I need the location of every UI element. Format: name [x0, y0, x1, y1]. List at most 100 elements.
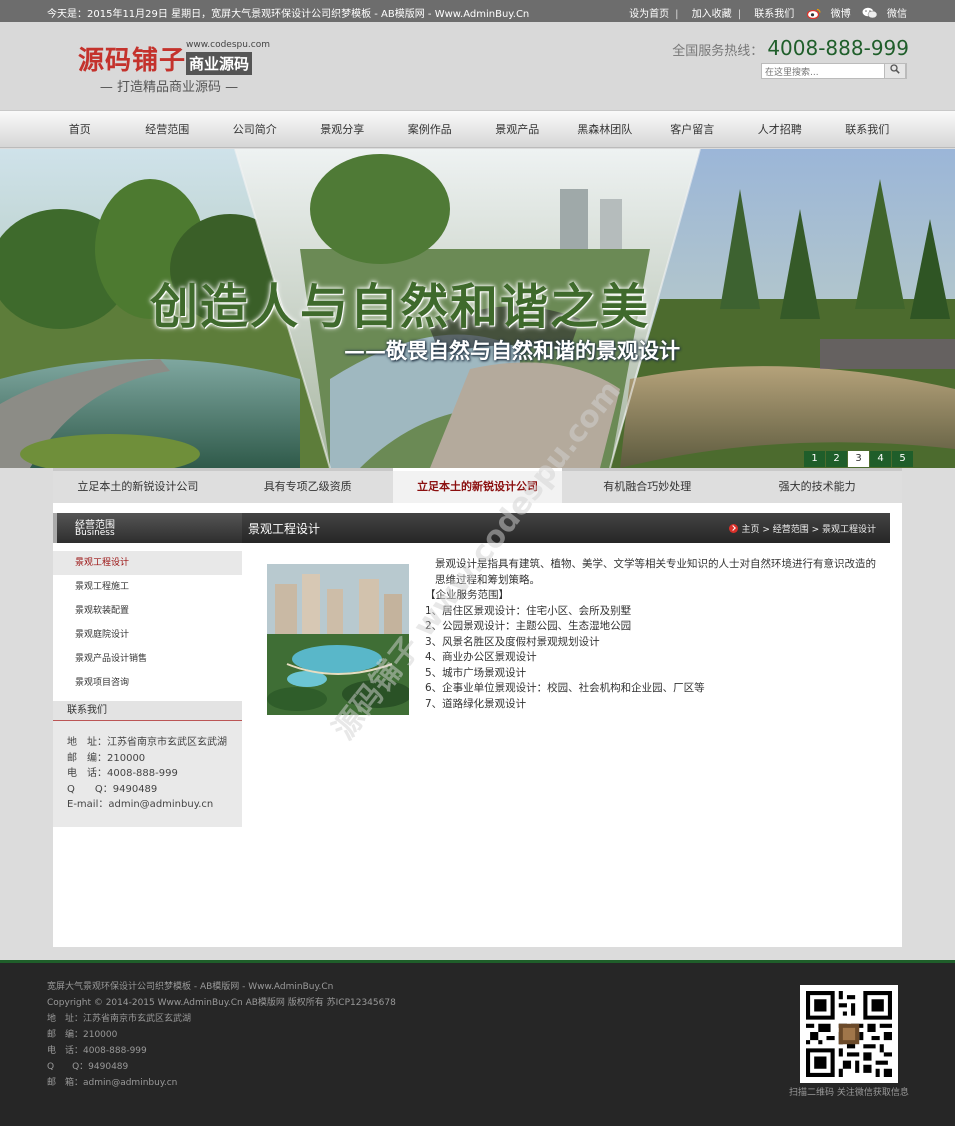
search-icon: [890, 64, 900, 74]
feature-tab-5[interactable]: 强大的技术能力: [732, 471, 902, 503]
feature-tab-4[interactable]: 有机融合巧妙处理: [562, 471, 732, 503]
feature-tab-2[interactable]: 具有专项乙级资质: [223, 471, 393, 503]
contact-address: 地 址：江苏省南京市玄武区玄武湖: [67, 737, 227, 748]
banner-headline-wrap: 创造人与自然和谐之美: [150, 267, 650, 337]
weixin-label: 微信: [887, 9, 907, 20]
footer-copyright: Copyright © 2014-2015 Www.AdminBuy.Cn AB…: [47, 998, 396, 1008]
top-bar: 今天是：2015年11月29日 星期日，宽屏大气景观环保设计公司织梦模板 - A…: [0, 0, 955, 22]
contact-qq: Q Q：9490489: [67, 783, 158, 795]
logo-slogan: — 打造精品商业源码 —: [99, 80, 239, 95]
contact-postcode: 邮 编：210000: [67, 752, 146, 764]
weixin-link[interactable]: 微信: [862, 7, 907, 20]
footer-qq: Q Q：9490489: [47, 1062, 129, 1072]
article-list-item: 4、商业办公区景观设计: [425, 651, 537, 663]
breadcrumb: 主页 > 经营范围 > 景观工程设计: [729, 522, 876, 535]
contact-box: 联系我们 地 址：江苏省南京市玄武区玄武湖 邮 编：210000 电 话：400…: [53, 701, 242, 827]
hero-banner[interactable]: 创造人与自然和谐之美 ——敬畏自然与自然和谐的景观设计: [0, 149, 955, 468]
footer-email: 邮 箱：admin@adminbuy.cn: [47, 1078, 178, 1088]
sidebar-item-soft-furnishing[interactable]: 景观软装配置: [53, 599, 242, 623]
sidebar-item-courtyard-design[interactable]: 景观庭院设计: [53, 623, 242, 647]
article-list-item: 5、城市广场景观设计: [425, 666, 527, 679]
footer: 宽屏大气景观环保设计公司织梦模板 - AB模版网 - Www.AdminBuy.…: [0, 960, 955, 1126]
weibo-icon: [807, 8, 822, 20]
nav-item-contact[interactable]: 联系我们: [824, 111, 912, 148]
project-photo: [267, 564, 409, 715]
site-logo[interactable]: 源码铺子 www.codespu.com 商业源码 — 打造精品商业源码 —: [78, 40, 278, 100]
article-list-item: 2、公园景观设计：主题公园、生态湿地公园: [425, 620, 632, 632]
article-body: 景观设计是指具有建筑、植物、美学、文学等相关专业知识的人士对自然环境进行有意识改…: [415, 557, 885, 712]
logo-badge: 商业源码: [186, 52, 253, 75]
qr-code-icon: [806, 991, 892, 1077]
footer-address: 地 址：江苏省南京市玄武区玄武湖: [47, 1014, 192, 1024]
qr-caption: 扫描二维码 关注微信获取信息: [789, 1088, 909, 1098]
pager-dot-5[interactable]: 5: [892, 451, 913, 467]
weibo-link[interactable]: 微博: [807, 8, 853, 20]
service-hotline: 全国服务热线： 4008-888-999: [672, 36, 909, 60]
nav-item-business[interactable]: 经营范围: [124, 111, 212, 148]
nav-item-team[interactable]: 黑森林团队: [561, 111, 649, 148]
set-homepage-link[interactable]: 设为首页: [629, 9, 669, 20]
nav-item-jobs[interactable]: 人才招聘: [736, 111, 824, 148]
nav-item-home[interactable]: 首页: [36, 111, 124, 148]
banner-headline: 创造人与自然和谐之美: [150, 279, 651, 335]
wechat-icon: [862, 7, 878, 19]
header: 源码铺子 www.codespu.com 商业源码 — 打造精品商业源码 — 全…: [0, 22, 955, 110]
breadcrumb-text[interactable]: 主页 > 经营范围 > 景观工程设计: [741, 525, 876, 535]
sidebar-item-landscape-design[interactable]: 景观工程设计: [53, 551, 242, 575]
sidebar-header: 经营范围 Business: [53, 513, 242, 543]
pager-dot-2[interactable]: 2: [826, 451, 847, 467]
logo-domain: www.codespu.com: [186, 40, 271, 50]
date-text: 今天是：2015年11月29日 星期日，宽屏大气景观环保设计公司织梦模板 - A…: [47, 9, 530, 20]
hotline-number: 4008-888-999: [767, 36, 909, 60]
banner-subline: ——敬畏自然与自然和谐的景观设计: [344, 338, 680, 363]
sidebar-item-landscape-construction[interactable]: 景观工程施工: [53, 575, 242, 599]
feature-tabs: 立足本土的新锐设计公司 具有专项乙级资质 立足本土的新锐设计公司 有机融合巧妙处…: [53, 468, 902, 503]
sidebar-item-consulting[interactable]: 景观项目咨询: [53, 671, 242, 695]
home-arrow-icon: [729, 524, 739, 533]
article-list-item: 3、风景名胜区及度假村景观规划设计: [425, 635, 600, 648]
contact-title: 联系我们: [53, 701, 242, 721]
sidebar: 经营范围 Business 景观工程设计 景观工程施工 景观软装配置 景观庭院设…: [53, 513, 242, 827]
banner-pager: 1 2 3 4 5: [803, 451, 913, 467]
nav-item-share[interactable]: 景观分享: [299, 111, 387, 148]
pager-dot-4[interactable]: 4: [870, 451, 891, 467]
main-header: 景观工程设计 主页 > 经营范围 > 景观工程设计: [242, 513, 890, 543]
residential-garden-image: [267, 564, 409, 715]
divider: |: [675, 9, 679, 20]
article-intro: 景观设计是指具有建筑、植物、美学、文学等相关专业知识的人士对自然环境进行有意识改…: [435, 558, 876, 586]
search-button[interactable]: [884, 63, 906, 79]
contact-phone: 电 话：4008-888-999: [67, 768, 178, 779]
nav-item-about[interactable]: 公司简介: [211, 111, 299, 148]
weibo-label: 微博: [830, 9, 851, 20]
content-panel: 经营范围 Business 景观工程设计 景观工程施工 景观软装配置 景观庭院设…: [53, 503, 902, 947]
nav-item-cases[interactable]: 案例作品: [386, 111, 474, 148]
main-nav: 首页 经营范围 公司简介 景观分享 案例作品 景观产品 黑森林团队 客户留言 人…: [0, 110, 955, 148]
contact-details: 地 址：江苏省南京市玄武区玄武湖 邮 编：210000 电 话：4008-888…: [53, 721, 242, 813]
nav-item-messages[interactable]: 客户留言: [649, 111, 737, 148]
feature-tab-3[interactable]: 立足本土的新锐设计公司: [392, 468, 563, 503]
divider: |: [737, 9, 742, 20]
contact-email: E-mail：admin@adminbuy.cn: [67, 799, 214, 810]
footer-phone: 电 话：4008-888-999: [47, 1046, 147, 1056]
footer-site-name: 宽屏大气景观环保设计公司织梦模板 - AB模版网 - Www.AdminBuy.…: [47, 982, 334, 992]
pager-dot-1[interactable]: 1: [804, 451, 825, 467]
qr-code: [800, 985, 898, 1083]
search-box: [761, 63, 907, 80]
contact-us-link[interactable]: 联系我们: [754, 9, 794, 20]
sidebar-item-product-sales[interactable]: 景观产品设计销售: [53, 647, 242, 671]
footer-postcode: 邮 编：210000: [47, 1030, 118, 1040]
article-list-item: 1、居住区景观设计：住宅小区、会所及别墅: [425, 604, 632, 617]
article-list-item: 6、企事业单位景观设计：校园、社会机构和企业园、厂区等: [425, 682, 705, 694]
banner-subline-wrap: ——敬畏自然与自然和谐的景观设计: [344, 335, 680, 365]
pager-dot-3[interactable]: 3: [848, 451, 869, 467]
hotline-label: 全国服务热线：: [672, 44, 764, 59]
logo-main-text: 源码铺子: [78, 46, 187, 76]
feature-tab-1[interactable]: 立足本土的新锐设计公司: [53, 471, 223, 503]
top-links: 设为首页 | 加入收藏 | 联系我们 微博 微信: [623, 5, 907, 20]
sidebar-subtitle: Business: [75, 528, 115, 538]
add-favorite-link[interactable]: 加入收藏: [692, 9, 732, 20]
article-section-title: 【企业服务范围】: [425, 589, 509, 601]
nav-item-products[interactable]: 景观产品: [474, 111, 562, 148]
search-input[interactable]: [762, 66, 882, 80]
page-title: 景观工程设计: [248, 522, 321, 536]
